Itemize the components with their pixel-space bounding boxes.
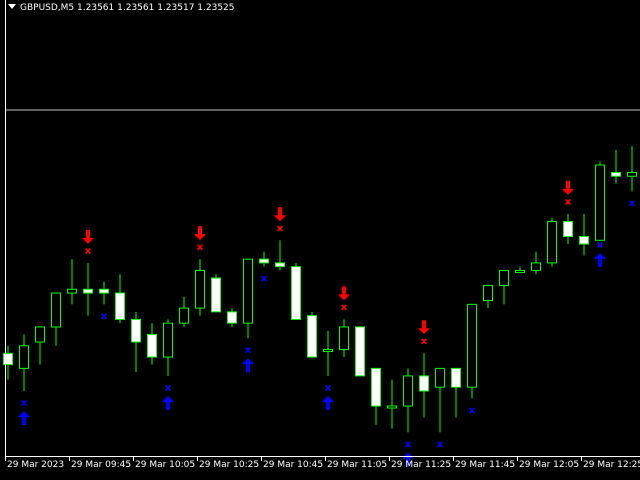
candle-body	[435, 367, 445, 388]
candle-body	[483, 285, 493, 302]
candle-body	[275, 262, 285, 268]
time-label: 29 Mar 11:25	[391, 460, 452, 470]
candle-body	[67, 288, 77, 294]
cross-marker-icon	[196, 244, 204, 251]
candle-body	[419, 375, 429, 392]
candle-body	[83, 288, 93, 294]
candle-body	[227, 311, 237, 324]
cross-marker-icon	[164, 384, 172, 391]
symbol-label: GBPUSD,M5	[20, 3, 75, 13]
candle-body	[179, 307, 189, 324]
candle-body	[339, 326, 349, 351]
time-tick	[389, 456, 390, 461]
cross-marker-icon	[436, 441, 444, 448]
candle-body	[51, 292, 61, 328]
candle-body	[563, 220, 573, 238]
chart-header: GBPUSD,M5 1.23561 1.23561 1.23517 1.2352…	[8, 2, 235, 14]
time-label: 29 Mar 2023	[7, 460, 65, 470]
cross-marker-icon	[468, 407, 476, 414]
time-tick	[325, 456, 326, 461]
time-tick	[517, 456, 518, 461]
down-arrow-icon	[338, 286, 350, 301]
candle-body	[115, 292, 125, 320]
time-tick	[5, 456, 6, 461]
candle-body	[499, 269, 509, 286]
time-label: 29 Mar 10:45	[263, 460, 324, 470]
up-arrow-icon	[18, 410, 30, 425]
chart-window[interactable]: GBPUSD,M5 1.23561 1.23561 1.23517 1.2352…	[0, 0, 640, 480]
time-label: 29 Mar 09:45	[71, 460, 132, 470]
candle-body	[547, 220, 557, 264]
candle-body	[451, 367, 461, 388]
down-arrow-icon	[562, 180, 574, 195]
up-arrow-icon	[242, 358, 254, 373]
time-label: 29 Mar 11:45	[455, 460, 516, 470]
time-label: 29 Mar 12:05	[519, 460, 580, 470]
candle-body	[243, 258, 253, 324]
time-tick	[69, 456, 70, 461]
candle-body	[291, 266, 301, 320]
candle-body	[387, 405, 397, 409]
cross-marker-icon	[276, 225, 284, 232]
cross-marker-icon	[628, 200, 636, 207]
time-tick	[197, 456, 198, 461]
cross-marker-icon	[596, 241, 604, 248]
time-tick	[133, 456, 134, 461]
bottom-axis-line	[5, 456, 640, 457]
price-chart[interactable]	[0, 0, 640, 480]
cross-marker-icon	[564, 198, 572, 205]
candle-body	[259, 258, 269, 264]
cross-marker-icon	[260, 275, 268, 282]
up-arrow-icon	[594, 252, 606, 267]
candle-body	[611, 172, 621, 177]
candle-body	[19, 345, 29, 369]
candle-body	[467, 303, 477, 388]
time-label: 29 Mar 10:25	[199, 460, 260, 470]
cross-marker-icon	[324, 384, 332, 391]
candle-body	[163, 322, 173, 358]
up-arrow-icon	[322, 395, 334, 410]
candle-body	[355, 326, 365, 377]
ohlc-values: 1.23561 1.23561 1.23517 1.23525	[77, 3, 235, 13]
candle-body	[323, 349, 333, 353]
time-label: 29 Mar 12:25	[583, 460, 640, 470]
candle-body	[371, 367, 381, 407]
candle-body	[579, 236, 589, 245]
down-arrow-icon	[82, 229, 94, 244]
cross-marker-icon	[20, 399, 28, 407]
candle-body	[131, 318, 141, 343]
candle-body	[211, 277, 221, 313]
candle-body	[531, 262, 541, 271]
up-arrow-icon	[162, 395, 174, 410]
candle-body	[147, 333, 157, 358]
down-arrow-icon	[194, 226, 206, 241]
cross-marker-icon	[404, 441, 412, 448]
cross-marker-icon	[100, 313, 108, 320]
candle-body	[595, 164, 605, 241]
cross-marker-icon	[340, 304, 348, 311]
candle-body	[307, 315, 317, 358]
candle-body	[627, 172, 637, 177]
left-axis-line	[5, 0, 6, 456]
candle-body	[99, 288, 109, 294]
cross-marker-icon	[244, 347, 252, 354]
dropdown-triangle-icon[interactable]	[8, 4, 16, 9]
candle-body	[195, 269, 205, 309]
down-arrow-icon	[418, 320, 430, 335]
time-tick	[453, 456, 454, 461]
down-arrow-icon	[274, 207, 286, 222]
cross-marker-icon	[420, 338, 428, 345]
candle-body	[35, 326, 45, 343]
time-label: 29 Mar 11:05	[327, 460, 388, 470]
time-tick	[261, 456, 262, 461]
time-label: 29 Mar 10:05	[135, 460, 196, 470]
candle-body	[515, 269, 525, 273]
time-tick	[581, 456, 582, 461]
cross-marker-icon	[84, 247, 92, 254]
candle-body	[403, 375, 413, 407]
